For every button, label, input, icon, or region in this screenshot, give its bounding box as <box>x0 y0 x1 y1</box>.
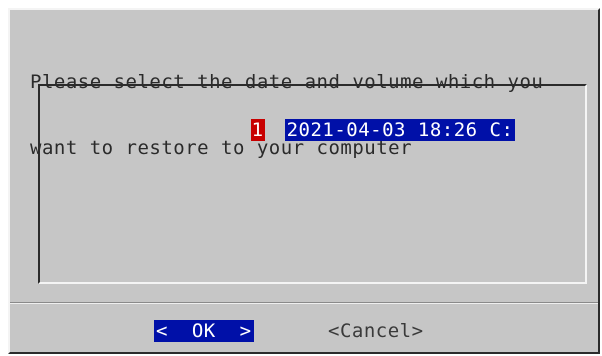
dialog-separator <box>10 302 598 304</box>
cancel-button[interactable]: <Cancel> <box>328 320 424 342</box>
list-item-label[interactable]: 2021-04-03 18:26 C: <box>284 119 516 141</box>
restore-dialog: Please select the date and volume which … <box>8 8 600 354</box>
list-item[interactable]: 1 2021-04-03 18:26 C: <box>179 97 516 141</box>
dialog-button-bar: < OK > <Cancel> <box>10 320 598 342</box>
list-item-tag[interactable]: 1 <box>250 119 265 141</box>
ok-button[interactable]: < OK > <box>154 320 254 342</box>
restore-point-list[interactable]: 1 2021-04-03 18:26 C: <box>38 84 587 284</box>
